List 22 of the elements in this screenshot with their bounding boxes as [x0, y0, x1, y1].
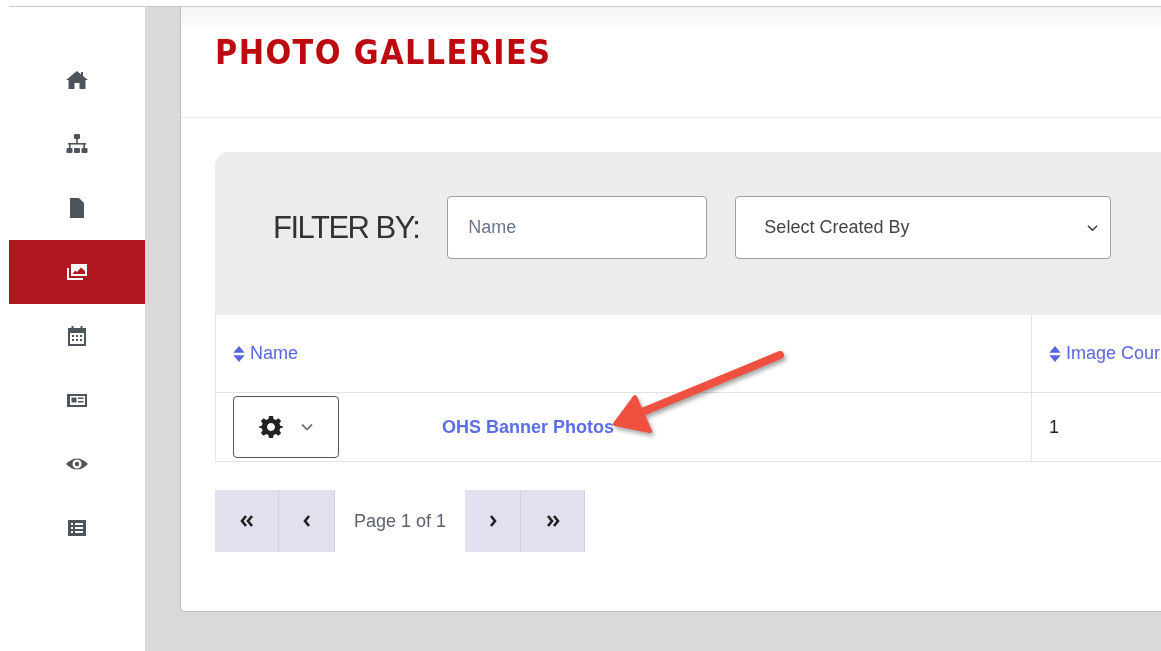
page-indicator: Page 1 of 1 — [335, 490, 465, 552]
double-chevron-left-icon — [239, 515, 254, 527]
sitemap-icon — [65, 132, 89, 156]
name-field[interactable]: Name — [447, 196, 708, 259]
caret-icon — [301, 423, 313, 431]
home-icon — [65, 68, 89, 92]
gallery-link[interactable]: OHS Banner Photos — [442, 416, 615, 438]
page-title: PHOTO GALLERIES — [215, 33, 552, 72]
chevron-down-icon — [1087, 223, 1099, 232]
actions-dropdown-button[interactable] — [233, 396, 339, 458]
created-by-select[interactable]: Select Created By — [735, 196, 1112, 259]
calendar-icon — [65, 324, 89, 348]
column-header[interactable]: Name — [233, 343, 298, 364]
double-chevron-right-icon — [545, 515, 560, 527]
gear-icon — [259, 415, 283, 439]
sidebar-item[interactable] — [9, 240, 145, 304]
sort-icon — [1049, 345, 1061, 362]
image-count: 1 — [1049, 416, 1059, 438]
first-page-button[interactable] — [215, 490, 279, 552]
filter-label: FILTER BY: — [273, 208, 420, 247]
column-header[interactable]: Image Cour — [1049, 343, 1161, 364]
sort-icon — [233, 345, 245, 362]
